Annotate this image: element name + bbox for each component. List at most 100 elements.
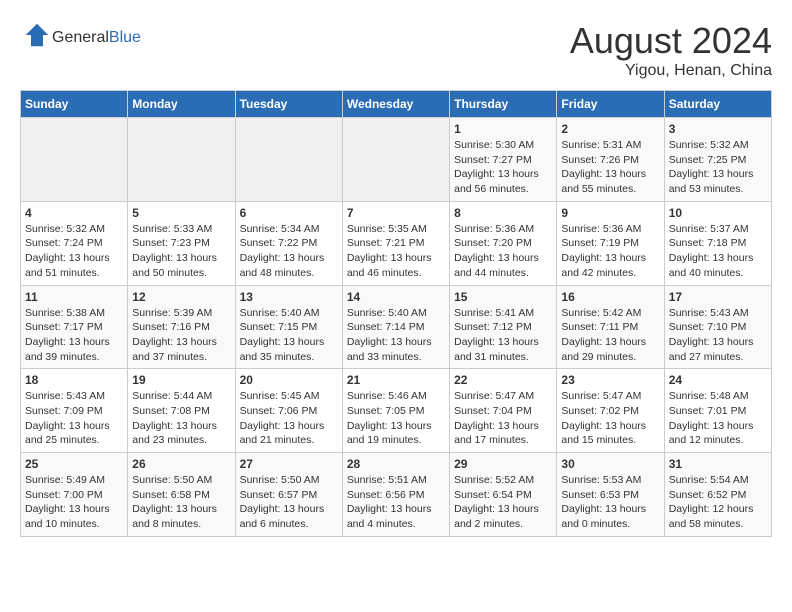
weekday-header-thursday: Thursday	[450, 91, 557, 118]
calendar-cell: 15Sunrise: 5:41 AMSunset: 7:12 PMDayligh…	[450, 285, 557, 369]
daylight-text: Daylight: 13 hours and 40 minutes.	[669, 251, 767, 280]
day-number: 5	[132, 206, 230, 220]
daylight-text: Daylight: 13 hours and 0 minutes.	[561, 502, 659, 531]
sunrise-text: Sunrise: 5:35 AM	[347, 222, 445, 237]
day-info: Sunrise: 5:42 AMSunset: 7:11 PMDaylight:…	[561, 306, 659, 365]
day-number: 2	[561, 122, 659, 136]
logo: GeneralBlue	[20, 20, 141, 55]
sunset-text: Sunset: 7:10 PM	[669, 320, 767, 335]
day-info: Sunrise: 5:51 AMSunset: 6:56 PMDaylight:…	[347, 473, 445, 532]
calendar-cell: 21Sunrise: 5:46 AMSunset: 7:05 PMDayligh…	[342, 369, 449, 453]
day-info: Sunrise: 5:49 AMSunset: 7:00 PMDaylight:…	[25, 473, 123, 532]
sunset-text: Sunset: 7:02 PM	[561, 404, 659, 419]
day-number: 31	[669, 457, 767, 471]
calendar-week-2: 4Sunrise: 5:32 AMSunset: 7:24 PMDaylight…	[21, 201, 772, 285]
sunrise-text: Sunrise: 5:38 AM	[25, 306, 123, 321]
daylight-text: Daylight: 13 hours and 8 minutes.	[132, 502, 230, 531]
daylight-text: Daylight: 13 hours and 17 minutes.	[454, 419, 552, 448]
sunset-text: Sunset: 7:23 PM	[132, 236, 230, 251]
day-number: 16	[561, 290, 659, 304]
day-info: Sunrise: 5:48 AMSunset: 7:01 PMDaylight:…	[669, 389, 767, 448]
calendar-cell	[235, 118, 342, 202]
weekday-header-saturday: Saturday	[664, 91, 771, 118]
calendar-cell: 9Sunrise: 5:36 AMSunset: 7:19 PMDaylight…	[557, 201, 664, 285]
weekday-header-row: SundayMondayTuesdayWednesdayThursdayFrid…	[21, 91, 772, 118]
sunrise-text: Sunrise: 5:40 AM	[240, 306, 338, 321]
sunrise-text: Sunrise: 5:33 AM	[132, 222, 230, 237]
calendar-cell: 4Sunrise: 5:32 AMSunset: 7:24 PMDaylight…	[21, 201, 128, 285]
sunrise-text: Sunrise: 5:41 AM	[454, 306, 552, 321]
sunset-text: Sunset: 6:58 PM	[132, 488, 230, 503]
day-info: Sunrise: 5:44 AMSunset: 7:08 PMDaylight:…	[132, 389, 230, 448]
daylight-text: Daylight: 13 hours and 51 minutes.	[25, 251, 123, 280]
subtitle: Yigou, Henan, China	[570, 62, 772, 80]
sunset-text: Sunset: 7:22 PM	[240, 236, 338, 251]
day-info: Sunrise: 5:43 AMSunset: 7:09 PMDaylight:…	[25, 389, 123, 448]
daylight-text: Daylight: 13 hours and 23 minutes.	[132, 419, 230, 448]
calendar-header: SundayMondayTuesdayWednesdayThursdayFrid…	[21, 91, 772, 118]
calendar-cell: 24Sunrise: 5:48 AMSunset: 7:01 PMDayligh…	[664, 369, 771, 453]
day-info: Sunrise: 5:37 AMSunset: 7:18 PMDaylight:…	[669, 222, 767, 281]
daylight-text: Daylight: 13 hours and 6 minutes.	[240, 502, 338, 531]
sunrise-text: Sunrise: 5:44 AM	[132, 389, 230, 404]
weekday-header-sunday: Sunday	[21, 91, 128, 118]
daylight-text: Daylight: 13 hours and 4 minutes.	[347, 502, 445, 531]
logo-icon	[22, 20, 52, 50]
day-info: Sunrise: 5:43 AMSunset: 7:10 PMDaylight:…	[669, 306, 767, 365]
calendar-cell: 30Sunrise: 5:53 AMSunset: 6:53 PMDayligh…	[557, 453, 664, 537]
sunrise-text: Sunrise: 5:42 AM	[561, 306, 659, 321]
daylight-text: Daylight: 13 hours and 50 minutes.	[132, 251, 230, 280]
sunrise-text: Sunrise: 5:50 AM	[132, 473, 230, 488]
calendar-cell: 27Sunrise: 5:50 AMSunset: 6:57 PMDayligh…	[235, 453, 342, 537]
daylight-text: Daylight: 13 hours and 15 minutes.	[561, 419, 659, 448]
daylight-text: Daylight: 13 hours and 27 minutes.	[669, 335, 767, 364]
daylight-text: Daylight: 13 hours and 21 minutes.	[240, 419, 338, 448]
day-number: 28	[347, 457, 445, 471]
sunset-text: Sunset: 7:26 PM	[561, 153, 659, 168]
day-number: 18	[25, 373, 123, 387]
day-info: Sunrise: 5:32 AMSunset: 7:24 PMDaylight:…	[25, 222, 123, 281]
daylight-text: Daylight: 13 hours and 19 minutes.	[347, 419, 445, 448]
calendar-cell: 2 Sunrise: 5:31 AMSunset: 7:26 PMDaylight…	[557, 118, 664, 202]
calendar-cell	[21, 118, 128, 202]
calendar-cell: 5 Sunrise: 5:33 AMSunset: 7:23 PMDaylight…	[128, 201, 235, 285]
day-info: Sunrise: 5:36 AMSunset: 7:19 PMDaylight:…	[561, 222, 659, 281]
sunrise-text: Sunrise: 5:34 AM	[240, 222, 338, 237]
daylight-text: Daylight: 13 hours and 53 minutes.	[669, 167, 767, 196]
daylight-text: Daylight: 13 hours and 42 minutes.	[561, 251, 659, 280]
calendar-cell: 14Sunrise: 5:40 AMSunset: 7:14 PMDayligh…	[342, 285, 449, 369]
day-number: 21	[347, 373, 445, 387]
calendar-cell: 28 Sunrise: 5:51 AMSunset: 6:56 PMDayligh…	[342, 453, 449, 537]
calendar-table: SundayMondayTuesdayWednesdayThursdayFrid…	[20, 90, 772, 537]
calendar-cell: 17 Sunrise: 5:43 AMSunset: 7:10 PMDayligh…	[664, 285, 771, 369]
day-info: Sunrise: 5:45 AMSunset: 7:06 PMDaylight:…	[240, 389, 338, 448]
sunrise-text: Sunrise: 5:47 AM	[561, 389, 659, 404]
calendar-cell: 26Sunrise: 5:50 AMSunset: 6:58 PMDayligh…	[128, 453, 235, 537]
calendar-week-5: 25Sunrise: 5:49 AMSunset: 7:00 PMDayligh…	[21, 453, 772, 537]
sunset-text: Sunset: 7:19 PM	[561, 236, 659, 251]
day-number: 12	[132, 290, 230, 304]
calendar-cell: 3 Sunrise: 5:32 AMSunset: 7:25 PMDaylight…	[664, 118, 771, 202]
daylight-text: Daylight: 13 hours and 39 minutes.	[25, 335, 123, 364]
day-number: 17	[669, 290, 767, 304]
day-number: 14	[347, 290, 445, 304]
sunrise-text: Sunrise: 5:39 AM	[132, 306, 230, 321]
day-info: Sunrise: 5:32 AMSunset: 7:25 PMDaylight:…	[669, 138, 767, 197]
day-number: 8	[454, 206, 552, 220]
day-info: Sunrise: 5:39 AMSunset: 7:16 PMDaylight:…	[132, 306, 230, 365]
calendar-cell: 29Sunrise: 5:52 AMSunset: 6:54 PMDayligh…	[450, 453, 557, 537]
calendar-cell: 11Sunrise: 5:38 AMSunset: 7:17 PMDayligh…	[21, 285, 128, 369]
sunset-text: Sunset: 6:54 PM	[454, 488, 552, 503]
daylight-text: Daylight: 13 hours and 2 minutes.	[454, 502, 552, 531]
sunrise-text: Sunrise: 5:51 AM	[347, 473, 445, 488]
sunset-text: Sunset: 7:00 PM	[25, 488, 123, 503]
sunrise-text: Sunrise: 5:54 AM	[669, 473, 767, 488]
sunrise-text: Sunrise: 5:48 AM	[669, 389, 767, 404]
calendar-cell	[342, 118, 449, 202]
day-info: Sunrise: 5:50 AMSunset: 6:57 PMDaylight:…	[240, 473, 338, 532]
daylight-text: Daylight: 13 hours and 44 minutes.	[454, 251, 552, 280]
day-info: Sunrise: 5:47 AMSunset: 7:02 PMDaylight:…	[561, 389, 659, 448]
day-number: 3	[669, 122, 767, 136]
daylight-text: Daylight: 13 hours and 55 minutes.	[561, 167, 659, 196]
day-info: Sunrise: 5:31 AMSunset: 7:26 PMDaylight:…	[561, 138, 659, 197]
